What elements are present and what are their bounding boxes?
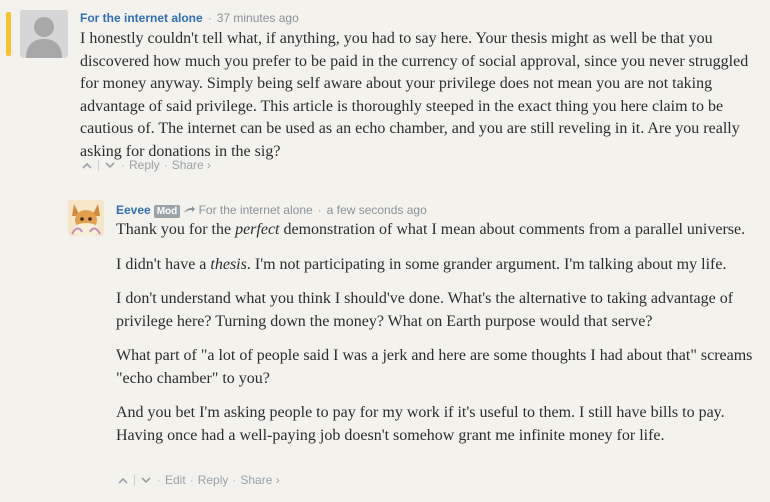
action-separator: · — [232, 473, 237, 487]
upvote-button[interactable] — [116, 473, 130, 487]
reply-arrow-icon — [184, 206, 196, 213]
comment-actions: · Reply · Share › — [80, 158, 211, 172]
paragraph: And you bet I'm asking people to pay for… — [116, 404, 725, 444]
emphasis: thesis — [210, 255, 247, 273]
paragraph: What part of "a lot of people said I was… — [116, 347, 753, 387]
author-link[interactable]: For the internet alone — [80, 11, 203, 25]
downvote-button[interactable] — [103, 158, 117, 172]
parent-comment-link[interactable]: For the internet alone — [183, 203, 313, 217]
paragraph: Thank you for the perfect demonstration … — [116, 219, 762, 242]
reply-button[interactable]: Reply — [129, 158, 160, 172]
share-button[interactable]: Share › — [172, 158, 211, 172]
avatar[interactable] — [68, 200, 104, 236]
action-separator: · — [157, 473, 161, 487]
reply-button[interactable]: Reply — [198, 473, 229, 487]
action-separator: · — [121, 158, 125, 172]
edit-button[interactable]: Edit — [165, 473, 186, 487]
comment-text: I honestly couldn't tell what, if anythi… — [80, 30, 749, 160]
paragraph: I don't understand what you think I shou… — [116, 290, 734, 330]
header-bullet: · — [317, 203, 322, 217]
action-separator: · — [163, 158, 168, 172]
emphasis: perfect — [235, 221, 280, 238]
action-separator: · — [189, 473, 194, 487]
timestamp-link[interactable]: a few seconds ago — [327, 203, 427, 217]
text-span: . I'm not participating in some grander … — [246, 255, 727, 273]
user-silhouette-icon — [20, 10, 68, 58]
comment-body: Thank you for the perfect demonstration … — [116, 219, 762, 447]
text-span: Thank you for the — [116, 221, 236, 238]
comment-actions: · Edit · Reply · Share › — [116, 473, 280, 487]
comment-body: I honestly couldn't tell what, if anythi… — [80, 28, 762, 163]
chevron-up-icon — [82, 162, 92, 169]
chevron-down-icon — [141, 477, 151, 484]
text-span: demonstration of what I mean about comme… — [279, 221, 746, 238]
avatar[interactable] — [20, 10, 68, 58]
text-span: I didn't have a — [116, 255, 211, 273]
vote-divider — [134, 475, 135, 487]
timestamp-link[interactable]: 37 minutes ago — [217, 11, 299, 25]
paragraph: I didn't have a thesis. I'm not particip… — [116, 254, 762, 277]
chevron-up-icon — [118, 477, 128, 484]
header-bullet: · — [207, 11, 212, 25]
upvote-button[interactable] — [80, 158, 94, 172]
new-comment-indicator — [6, 12, 11, 56]
mod-badge: Mod — [153, 205, 181, 218]
vote-divider — [98, 160, 99, 172]
parent-author: For the internet alone — [198, 203, 313, 217]
share-button[interactable]: Share › — [240, 473, 279, 487]
author-link[interactable]: Eevee — [116, 203, 151, 217]
eevee-avatar-icon — [68, 200, 104, 236]
comment-header: Eevee Mod For the internet alone · a few se… — [116, 203, 427, 218]
chevron-down-icon — [105, 162, 115, 169]
comment-header: For the internet alone · 37 minutes ago — [80, 11, 299, 25]
downvote-button[interactable] — [139, 473, 153, 487]
